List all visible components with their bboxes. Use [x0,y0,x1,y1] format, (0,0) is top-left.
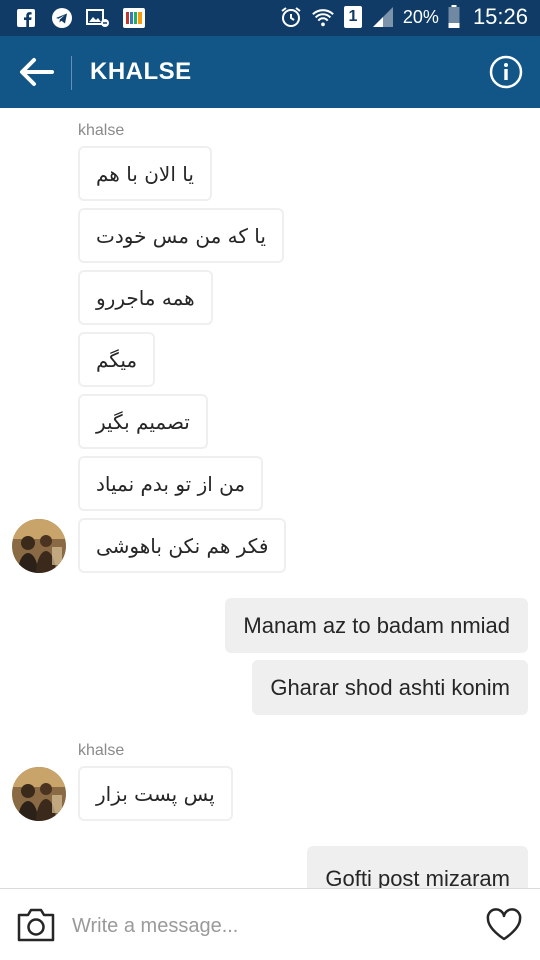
like-button[interactable] [484,905,524,945]
image-notification-icon [86,6,110,30]
status-bar: 1 20% 15:26 [0,0,540,36]
message-thread[interactable]: khalse یا الان با هم یا که من مس خودت هم… [0,108,540,888]
incoming-message[interactable]: همه ماجررو [78,270,213,325]
outgoing-message[interactable]: Gofti post mizaram [307,846,528,888]
facebook-icon [14,6,38,30]
incoming-message[interactable]: فکر هم نکن باهوشی [78,518,287,573]
bookshelf-icon [122,6,146,30]
battery-icon [447,5,461,29]
sim-label: 1 [343,6,362,28]
arrow-left-icon [20,58,54,86]
incoming-message[interactable]: میگم [78,332,156,387]
profile-photo [12,767,66,821]
back-button[interactable] [14,50,58,94]
outgoing-message[interactable]: Gharar shod ashti konim [252,660,528,715]
clock: 15:26 [472,4,528,29]
heart-icon [486,908,522,941]
camera-button[interactable] [14,905,58,945]
header-divider [71,56,72,90]
battery-percent: 20% [402,6,439,27]
info-icon [489,55,523,89]
avatar[interactable] [12,519,66,573]
telegram-icon [50,6,74,30]
message-input[interactable] [72,909,452,943]
incoming-message[interactable]: من از تو بدم نمیاد [78,456,264,511]
notification-icons [14,6,146,30]
message-composer [0,888,540,960]
avatar[interactable] [12,767,66,821]
incoming-message[interactable]: یا الان با هم [78,146,212,201]
signal-icon [371,5,395,29]
sender-name: khalse [78,742,125,759]
profile-photo [12,519,66,573]
chat-header: KHALSE [0,36,540,108]
incoming-message[interactable]: تصمیم بگیر [78,394,208,449]
info-button[interactable] [488,54,524,90]
incoming-message[interactable]: پس پست بزار [78,766,233,821]
alarm-icon [279,5,303,29]
outgoing-message[interactable]: Manam az to badam nmiad [225,598,528,653]
wifi-icon [311,5,335,29]
conversation-title[interactable]: KHALSE [90,58,192,86]
sender-name: khalse [78,122,125,139]
system-icons: 1 20% 15:26 [279,4,528,30]
incoming-message[interactable]: یا که من مس خودت [78,208,284,263]
sim1-icon: 1 [343,5,363,29]
camera-icon [17,908,55,942]
